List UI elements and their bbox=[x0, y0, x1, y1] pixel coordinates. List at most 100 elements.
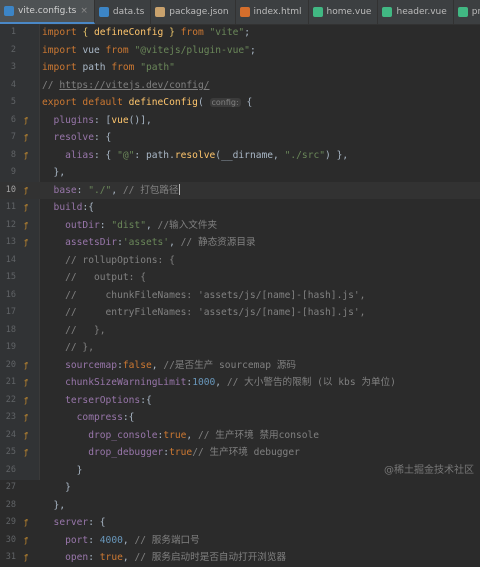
code-token: , bbox=[122, 552, 135, 563]
code-text: outDir: "dist", //输入文件夹 bbox=[42, 217, 217, 235]
property-marker-icon: ƒ bbox=[23, 203, 29, 212]
code-line: 9 }, bbox=[0, 164, 480, 182]
code-token: "path" bbox=[140, 62, 175, 73]
code-token: } bbox=[163, 27, 175, 38]
line-number: 12 bbox=[5, 219, 16, 230]
code-token: : bbox=[76, 184, 89, 196]
code-text: resolve: { bbox=[42, 129, 112, 147]
vue-icon bbox=[382, 7, 393, 17]
code-token: "@" bbox=[117, 149, 135, 161]
code-line: 28 }, bbox=[0, 497, 480, 515]
code-text: // rollupOptions: { bbox=[42, 252, 175, 270]
ts-icon bbox=[98, 7, 109, 17]
code-line: 1 import { defineConfig } from "vite"; bbox=[0, 24, 480, 42]
tab-label: vite.config.ts bbox=[18, 6, 77, 16]
code-token: alias bbox=[42, 149, 94, 161]
code-editor[interactable]: 1 import { defineConfig } from "vite"; 2 im… bbox=[0, 24, 480, 567]
close-icon[interactable]: × bbox=[80, 6, 88, 16]
code-token: }, bbox=[42, 499, 66, 511]
code-token: , bbox=[215, 377, 227, 388]
code-line: 4 // https://vitejs.dev/config/ bbox=[0, 77, 480, 95]
tab-primarytitle-vue[interactable]: primarytitle.vue bbox=[454, 0, 480, 24]
code-token: : bbox=[88, 534, 100, 546]
line-number: 26 bbox=[5, 464, 16, 475]
code-token: (__dirname, bbox=[215, 149, 285, 161]
code-line: 8ƒ alias: { "@": path.resolve(__dirname,… bbox=[0, 147, 480, 165]
code-token: // bbox=[42, 79, 60, 91]
code-token: // 服务启动时是否自动打开浏览器 bbox=[134, 552, 287, 563]
line-number: 19 bbox=[5, 342, 16, 352]
code-token: resolve bbox=[174, 149, 216, 161]
code-token: // 生产环境 禁用console bbox=[197, 429, 320, 441]
code-token: // 生产环境 debugger bbox=[192, 447, 300, 458]
code-token: import bbox=[42, 44, 83, 56]
code-token: build bbox=[42, 202, 83, 213]
line-number: 18 bbox=[5, 324, 16, 335]
code-line: 21 ƒ chunkSizeWarningLimit:1000, // 大小警告的… bbox=[0, 374, 480, 392]
code-text: // output: { bbox=[42, 269, 146, 287]
code-token: server bbox=[42, 517, 89, 528]
code-line: 3 import path from "path" bbox=[0, 59, 480, 77]
code-token: chunkSizeWarningLimit bbox=[42, 377, 187, 388]
line-number: 9 bbox=[10, 167, 16, 177]
code-token: // entryFileNames: 'assets/js/[name]-[ha… bbox=[42, 307, 366, 318]
code-token: compress bbox=[42, 412, 123, 423]
code-line: 2 import vue from "@vitejs/plugin-vue"; bbox=[0, 42, 480, 60]
editor-tab-bar: vite.config.ts × data.ts package.json index.… bbox=[0, 0, 480, 25]
code-line: 17 // entryFileNames: 'assets/js/[name]-… bbox=[0, 304, 480, 322]
tab-index-html[interactable]: index.html bbox=[236, 0, 309, 24]
property-marker-icon: ƒ bbox=[23, 395, 29, 405]
tab-package-json[interactable]: package.json bbox=[151, 0, 236, 24]
code-line: 31 ƒ open: true, // 服务启动时是否自动打开浏览器 bbox=[0, 549, 480, 567]
code-text: base: "./", // 打包路径 bbox=[42, 182, 180, 200]
line-number: 20 bbox=[5, 359, 16, 370]
code-line: 13 ƒ assetsDir:'assets', // 静态资源目录 bbox=[0, 234, 480, 252]
tab-label: index.html bbox=[253, 7, 302, 17]
vue-icon bbox=[312, 7, 323, 17]
tab-vite-config-ts[interactable]: vite.config.ts × bbox=[0, 0, 95, 24]
code-token: : path. bbox=[134, 149, 175, 161]
line-number: 8 bbox=[10, 149, 16, 160]
code-token: path bbox=[82, 62, 112, 73]
code-token: : bbox=[99, 219, 112, 231]
code-text: }, bbox=[42, 497, 66, 515]
code-token: port bbox=[42, 534, 89, 546]
code-token: open bbox=[42, 552, 89, 563]
property-marker-icon: ƒ bbox=[23, 238, 29, 247]
code-line: 27 } bbox=[0, 479, 480, 497]
code-token: : { bbox=[93, 149, 118, 161]
code-line: 25 ƒ drop_debugger:true// 生产环境 debugger bbox=[0, 444, 480, 462]
code-text: plugins: [vue()], bbox=[42, 112, 152, 130]
code-line: 23 ƒ compress:{ bbox=[0, 409, 480, 427]
code-line: 20 ƒ sourcemap:false, //是否生产 sourcemap 源码 bbox=[0, 357, 480, 375]
json-icon bbox=[155, 7, 166, 17]
code-token: , bbox=[151, 359, 164, 371]
code-token: true bbox=[169, 447, 193, 458]
line-number: 1 bbox=[10, 27, 16, 37]
code-token: base bbox=[42, 184, 77, 196]
code-text: } bbox=[42, 479, 71, 497]
code-line: 18 // }, bbox=[0, 322, 480, 340]
tab-home-vue[interactable]: home.vue bbox=[309, 0, 379, 24]
code-text: compress:{ bbox=[42, 409, 135, 427]
line-number: 5 bbox=[10, 97, 16, 107]
code-line: 29 ƒ server: { bbox=[0, 514, 480, 532]
code-token: // }, bbox=[42, 342, 94, 353]
code-token: :{ bbox=[140, 394, 152, 406]
line-number: 10 bbox=[5, 184, 16, 195]
code-text: alias: { "@": path.resolve(__dirname, ".… bbox=[42, 147, 348, 165]
tab-header-vue[interactable]: header.vue bbox=[378, 0, 454, 24]
line-number: 3 bbox=[10, 62, 16, 72]
code-token: export default bbox=[42, 97, 129, 108]
code-line: 15 // output: { bbox=[0, 269, 480, 287]
tab-data-ts[interactable]: data.ts bbox=[95, 0, 152, 24]
property-marker-icon: ƒ bbox=[23, 448, 29, 457]
code-text: // }, bbox=[42, 322, 105, 340]
code-token: { bbox=[82, 27, 94, 38]
property-marker-icon: ƒ bbox=[23, 115, 29, 125]
line-number: 21 bbox=[5, 377, 16, 387]
code-token: , bbox=[111, 184, 123, 196]
code-token: true bbox=[163, 429, 187, 441]
property-marker-icon: ƒ bbox=[23, 360, 29, 370]
ts-icon bbox=[4, 6, 14, 16]
